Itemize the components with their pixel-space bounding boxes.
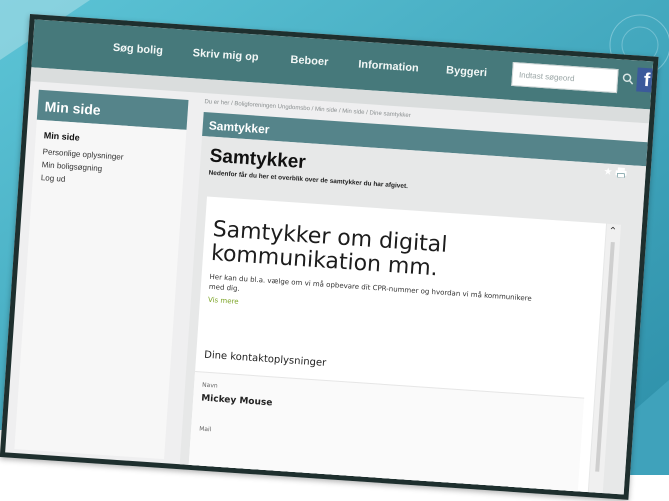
mail-field-label: Mail [198,425,212,434]
chevron-up-icon[interactable]: ⌃ [608,226,617,238]
name-field-label: Navn [201,381,218,390]
star-icon[interactable]: ★ [603,166,613,178]
sidebar-link-log-ud[interactable]: Log ud [41,173,66,184]
facebook-icon[interactable]: f [636,67,658,93]
nav-item-beboer[interactable]: Beboer [290,54,329,69]
search-icon[interactable] [622,72,635,85]
sidebar: Min side Personlige oplysninger Min boli… [14,119,187,460]
nav-item-skriv-mig-op[interactable]: Skriv mig op [192,47,259,63]
sidebar-title[interactable]: Min side [43,130,80,142]
nav-item-information[interactable]: Information [358,58,419,74]
search-input[interactable]: Indtast søgeord [511,61,619,94]
nav-item-byggeri[interactable]: Byggeri [446,64,488,79]
sidebar-link-personlige-oplysninger[interactable]: Personlige oplysninger [42,147,123,161]
tilted-screenshot: Søg bolig Skriv mig op Beboer Informatio… [0,14,669,500]
sidebar-link-min-boligsoegning[interactable]: Min boligsøgning [41,160,102,173]
print-icon[interactable] [615,167,627,179]
panel-icon-group: ★ [603,166,636,182]
nav-item-soeg-bolig[interactable]: Søg bolig [112,42,163,57]
browser-frame: Søg bolig Skriv mig op Beboer Informatio… [0,14,659,500]
